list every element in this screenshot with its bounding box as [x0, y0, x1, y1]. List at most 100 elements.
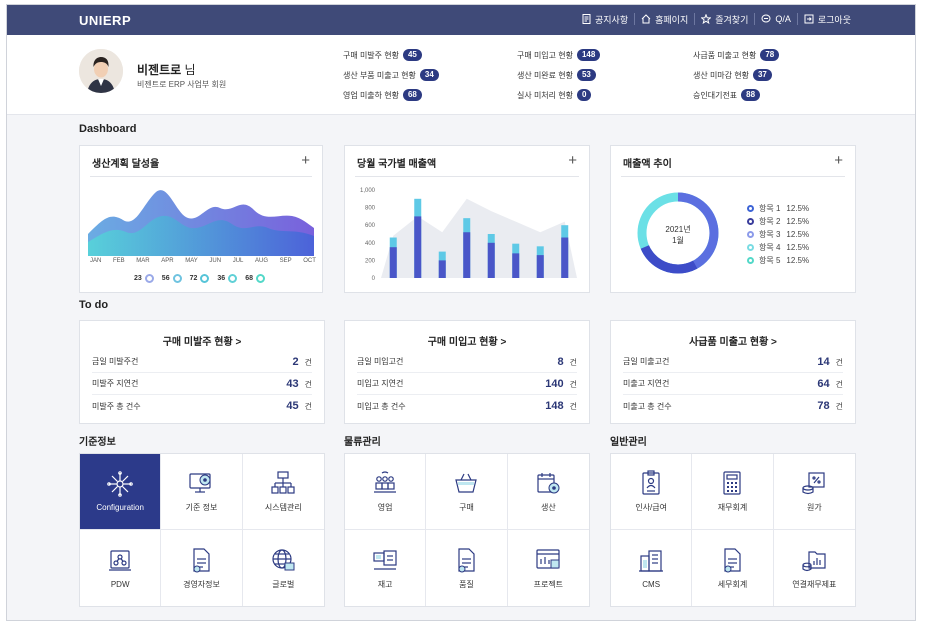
todo-card-title[interactable]: 구매 미입고 현황 >: [345, 333, 589, 348]
menu-tile-label: 구매: [459, 503, 474, 512]
menu-tile-production[interactable]: 생산: [507, 454, 589, 530]
marker-value: 68: [245, 275, 253, 282]
menu-tile-global[interactable]: 글로벌: [243, 530, 324, 606]
todo-row[interactable]: 미출고 총 건수 78 건: [623, 395, 843, 417]
todo-card-title[interactable]: 구매 미발주 현황 >: [80, 333, 324, 348]
menu-tile-label: CMS: [642, 579, 661, 589]
logout-label: 로그아웃: [817, 14, 851, 25]
menu-tile-label: 세무회계: [717, 579, 748, 589]
legend-pct: 12.5%: [786, 256, 810, 265]
todo-row[interactable]: 금일 미발주건 2 건: [92, 351, 312, 373]
stat-item[interactable]: 생산 미마감 현황 37: [693, 69, 772, 81]
menu-tile-master-info[interactable]: 기준 정보: [161, 454, 243, 530]
id-card-icon: [642, 470, 660, 495]
stat-item[interactable]: 사급품 미출고 현황 78: [693, 49, 780, 61]
menu-tile-quality[interactable]: 품질: [426, 530, 508, 606]
marker-value: 36: [217, 275, 226, 282]
todo-row-unit: 건: [569, 357, 577, 367]
bar-series-2: [487, 242, 495, 278]
plus-icon[interactable]: +: [301, 152, 310, 169]
month-label: JUN: [209, 258, 222, 264]
todo-row[interactable]: 금일 미출고건 14 건: [623, 351, 843, 373]
month-label: FEB: [112, 258, 125, 264]
todo-row-unit: 건: [304, 357, 312, 367]
home-link[interactable]: 홈페이지: [634, 13, 694, 25]
document-icon: [193, 547, 211, 572]
menu-tile-configuration[interactable]: Configuration: [80, 454, 162, 530]
todo-row[interactable]: 미발주 지연건 43 건: [92, 373, 312, 395]
favorites-link[interactable]: 즐겨찾기: [694, 13, 754, 25]
stat-badge: 68: [402, 89, 422, 101]
menu-tile-project[interactable]: 프로젝트: [508, 530, 589, 606]
stat-label: 구매 미발주 현황: [343, 50, 399, 60]
menu-tile-sales[interactable]: 영업: [345, 454, 427, 530]
stat-item[interactable]: 생산 미완료 현황 53: [517, 69, 596, 81]
stat-item[interactable]: 생산 부품 미출고 현황 34: [343, 69, 439, 81]
cost-icon: [802, 472, 825, 495]
todo-row-label: 미출고 총 건수: [623, 401, 672, 411]
y-tick-label: 200: [365, 258, 376, 264]
legend-label: 항목 4: [759, 243, 781, 252]
plus-icon[interactable]: +: [834, 152, 843, 169]
avatar[interactable]: [79, 49, 123, 93]
stat-badge: 37: [752, 69, 772, 81]
logo[interactable]: UNIERP: [79, 13, 131, 28]
menu-tile-hr-payroll[interactable]: 인사/급여: [611, 454, 693, 530]
card-divider: [621, 176, 845, 177]
menu-tile-purchase[interactable]: 구매: [426, 454, 508, 530]
menu-tile-tax[interactable]: 세무회계: [692, 530, 774, 606]
stat-item[interactable]: 구매 미발주 현황 45: [343, 49, 422, 61]
donut-legend: 항목 1 12.5% 항목 2 12.5% 항목 3 12.5% 항목 4 12.5% …: [747, 202, 809, 267]
dashboard-heading: Dashboard: [79, 123, 137, 135]
y-tick-label: 600: [365, 223, 376, 229]
legend-label: 항목 5: [759, 256, 781, 265]
todo-row-value: 45: [286, 400, 299, 412]
favorites-label: 즐겨찾기: [715, 14, 749, 25]
y-tick-label: 1,000: [360, 188, 376, 194]
menu-tile-cost[interactable]: 원가: [773, 454, 855, 530]
menu-tile-label: 원가: [806, 503, 822, 512]
menu-tile-inventory[interactable]: 재고: [345, 530, 427, 606]
sales-trend-card: 매출액 추이 + 2021년 1월 항목 1 12.5% 항목 2 12.5% 항목 …: [610, 145, 856, 293]
notice-label: 공지사항: [594, 14, 629, 25]
logout-link[interactable]: 로그아웃: [796, 13, 857, 25]
marker-row: 23 56 72 36 68: [134, 274, 265, 283]
plus-icon[interactable]: +: [568, 152, 577, 169]
menu-tile-finance[interactable]: 재무회계: [692, 454, 774, 530]
building-icon: [639, 549, 664, 572]
qa-link[interactable]: Q/A: [754, 13, 797, 25]
notice-link[interactable]: 공지사항: [576, 13, 634, 25]
bar-series-2: [389, 247, 397, 278]
menu-tile-cms[interactable]: CMS: [611, 530, 693, 606]
stat-badge: 53: [576, 69, 596, 81]
legend-dot-icon: [747, 231, 754, 238]
stat-item[interactable]: 구매 미입고 현황 148: [517, 49, 601, 61]
menu-tile-system[interactable]: 시스템관리: [242, 454, 324, 530]
stat-label: 생산 미완료 현황: [517, 70, 573, 80]
stat-item[interactable]: 실사 미처리 현황 0: [517, 89, 592, 101]
stat-item[interactable]: 영업 미출하 현황 68: [343, 89, 422, 101]
user-name-text: 비젠트로: [137, 63, 182, 77]
todo-row[interactable]: 미입고 지연건 140 건: [357, 373, 577, 395]
todo-row[interactable]: 미발주 총 건수 45 건: [92, 395, 312, 417]
todo-row-unit: 건: [835, 379, 843, 389]
todo-row[interactable]: 미출고 지연건 64 건: [623, 373, 843, 395]
bar-series-2: [536, 255, 544, 278]
stat-label: 승인대기전표: [693, 90, 738, 100]
stat-badge: 78: [760, 49, 780, 61]
menu-tile-label: Configuration: [96, 503, 144, 512]
globe-icon: [272, 548, 295, 570]
todo-card-title[interactable]: 사급품 미출고 현황 >: [611, 333, 855, 348]
todo-row-value: 140: [545, 377, 564, 390]
stat-label: 영업 미출하 현황: [343, 90, 399, 100]
menu-tile-consolidated-fs[interactable]: 연결재무제표: [774, 530, 855, 606]
stat-item[interactable]: 승인대기전표 88: [693, 89, 761, 101]
menu-tile-pdw[interactable]: PDW: [80, 530, 162, 606]
month-label: MAR: [136, 258, 150, 264]
bar-series-2: [561, 237, 569, 278]
menu-tile-executive[interactable]: 경영자정보: [161, 530, 243, 606]
todo-row[interactable]: 금일 미입고건 8 건: [357, 351, 577, 373]
todo-row[interactable]: 미입고 총 건수 148 건: [357, 395, 577, 417]
chat-icon: [761, 14, 771, 23]
month-label: APR: [161, 258, 174, 264]
